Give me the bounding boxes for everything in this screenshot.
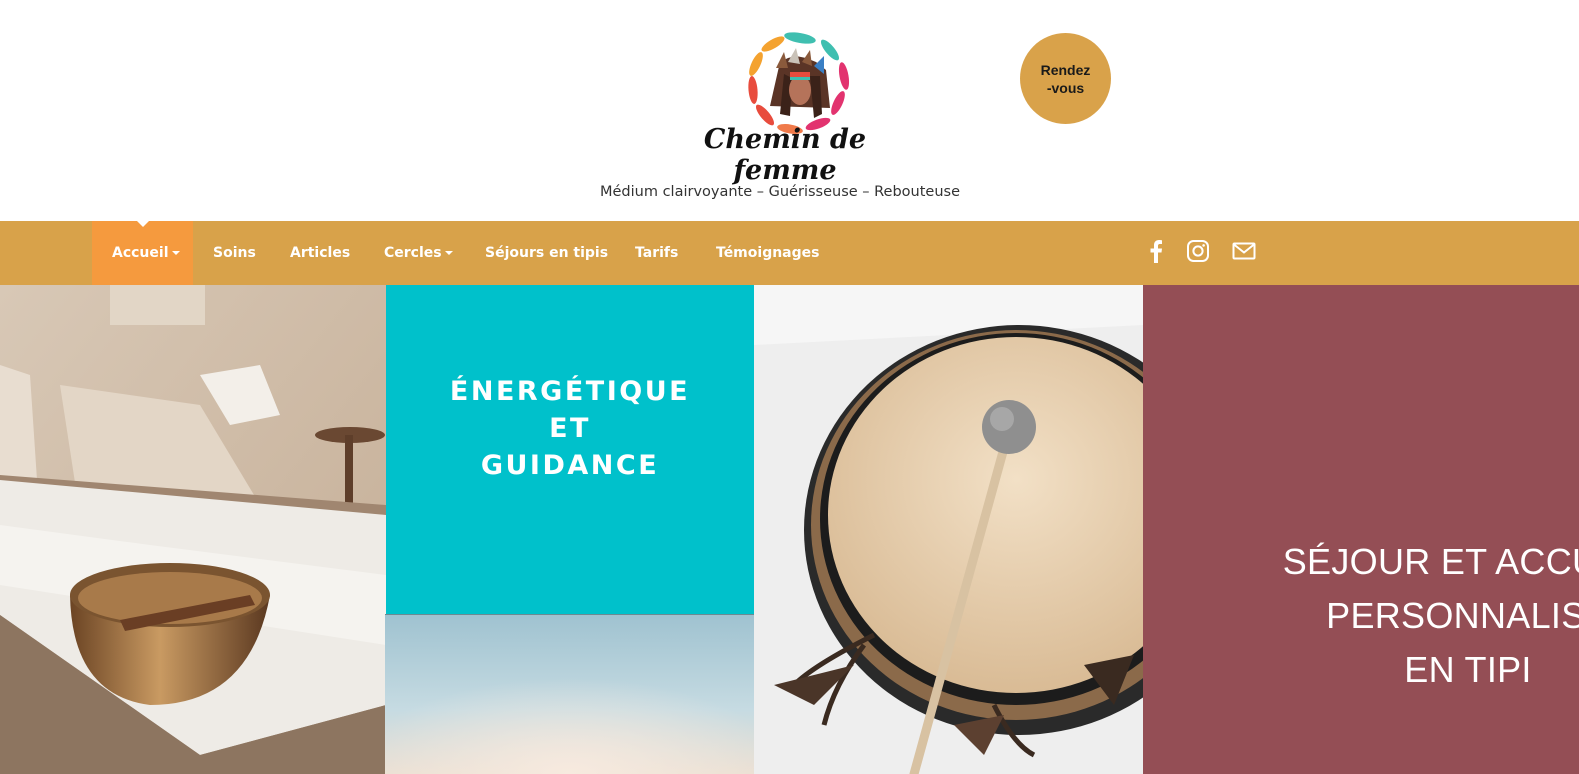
energetique-guidance-tile[interactable]: ÉNERGÉTIQUE ET GUIDANCE (386, 285, 754, 614)
nav-item-cercles[interactable]: Cercles (384, 221, 453, 285)
energetique-guidance-title: ÉNERGÉTIQUE ET GUIDANCE (386, 373, 754, 484)
tile-title-line: GUIDANCE (480, 450, 660, 481)
facebook-icon[interactable] (1146, 238, 1166, 264)
instagram-icon[interactable] (1185, 238, 1211, 264)
nav-item-articles[interactable]: Articles (290, 221, 350, 285)
nav-item-label: Soins (213, 245, 256, 261)
tile-title-line: PERSONNALISÉ (1326, 595, 1579, 636)
tile-title-line: ÉNERGÉTIQUE (449, 376, 691, 407)
nav-item-label: Articles (290, 245, 351, 261)
rendez-vous-button[interactable]: Rendez -vous (1020, 33, 1111, 124)
tile-title-line: ET (549, 413, 591, 444)
logo-emblem[interactable] (740, 28, 858, 138)
singing-bowl-image (0, 285, 386, 774)
nav-item-soins[interactable]: Soins (213, 221, 256, 285)
nav-item-temoignages[interactable]: Témoignages (716, 221, 819, 285)
site-header: Chemin de femme Médium clairvoyante – Gu… (0, 0, 1579, 221)
feather-wreath-logo-icon (748, 32, 850, 134)
nav-item-accueil[interactable]: Accueil (92, 221, 193, 285)
sky-image (385, 614, 754, 774)
nav-item-tarifs[interactable]: Tarifs (635, 221, 678, 285)
site-tagline: Médium clairvoyante – Guérisseuse – Rebo… (599, 184, 961, 200)
tile-title-line: SÉJOUR ET ACCUEIL (1282, 541, 1579, 582)
sky-photo-tile[interactable] (385, 614, 754, 774)
caret-down-icon (171, 251, 180, 255)
shaman-drum-image (754, 285, 1143, 774)
nav-item-sejours-en-tipis[interactable]: Séjours en tipis (485, 221, 608, 285)
tile-title-line: EN TIPI (1404, 649, 1532, 690)
singing-bowl-photo-tile[interactable] (0, 285, 386, 774)
nav-item-label: Accueil (112, 245, 169, 261)
sejour-accueil-title: SÉJOUR ET ACCUEIL PERSONNALISÉ EN TIPI (1213, 535, 1579, 697)
logo-title[interactable]: Chemin de femme (660, 124, 910, 186)
nav-item-label: Tarifs (635, 245, 679, 261)
rendez-vous-label-line2: -vous (1046, 79, 1085, 96)
nav-item-label: Témoignages (716, 245, 820, 261)
sejour-accueil-tile[interactable]: SÉJOUR ET ACCUEIL PERSONNALISÉ EN TIPI (1143, 285, 1579, 774)
caret-down-icon (444, 251, 453, 255)
nav-item-label: Cercles (384, 245, 442, 261)
mail-icon[interactable] (1231, 238, 1257, 264)
active-indicator (136, 221, 149, 227)
drum-photo-tile[interactable] (754, 285, 1143, 774)
nav-item-label: Séjours en tipis (485, 245, 609, 261)
rendez-vous-label-line1: Rendez (1040, 61, 1091, 78)
